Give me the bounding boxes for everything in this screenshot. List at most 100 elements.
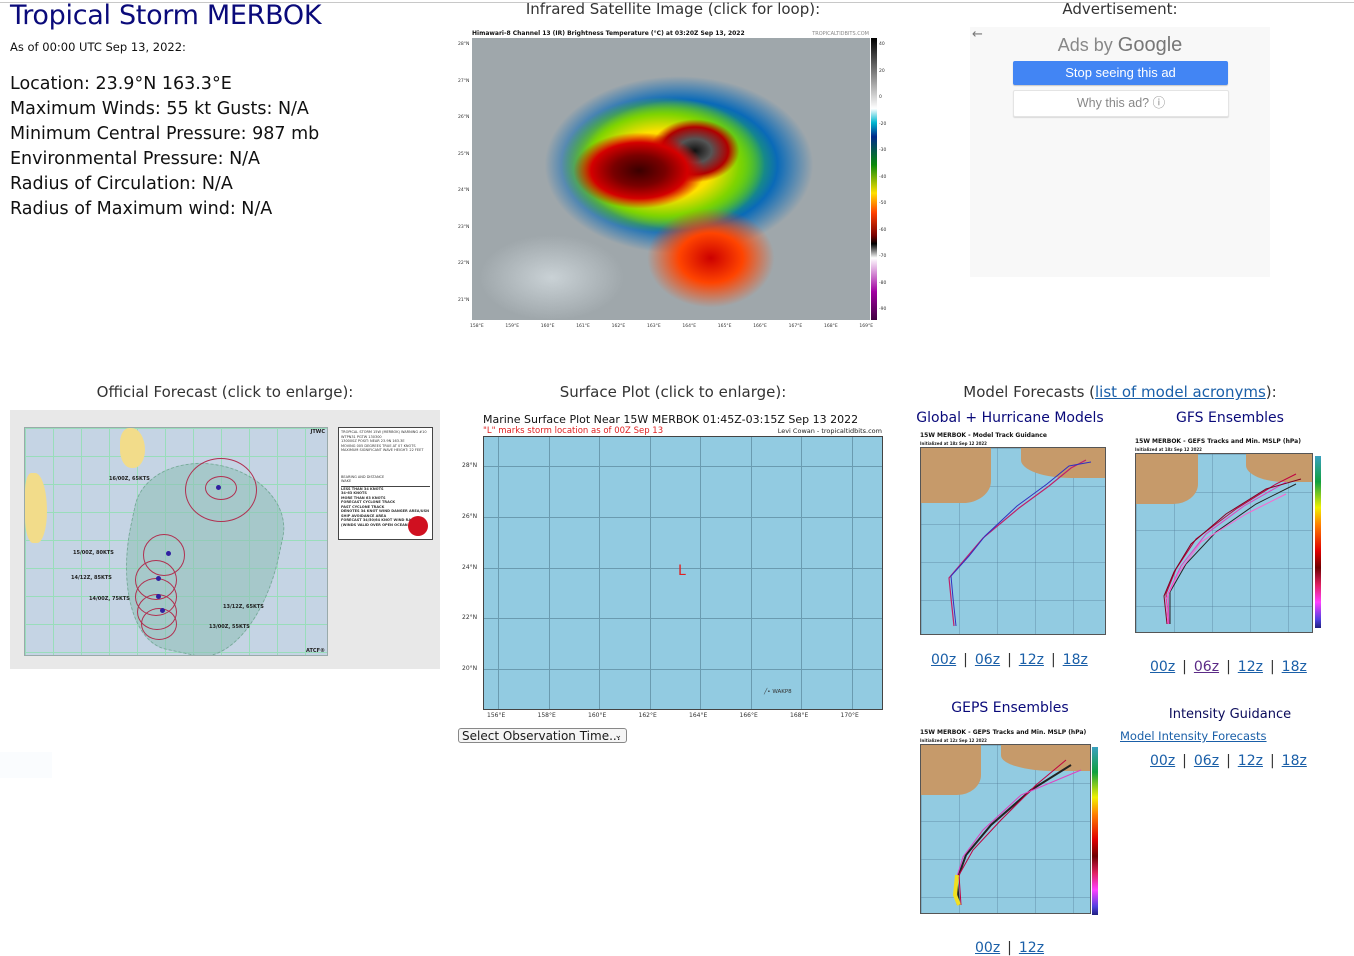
- model-intensity-forecasts-link[interactable]: Model Intensity Forecasts: [1120, 729, 1267, 743]
- separator: |: [1226, 659, 1231, 675]
- geps-ensembles-image-link[interactable]: 15W MERBOK - GEPS Tracks and Min. MSLP (…: [920, 729, 1112, 917]
- point-label: 15/00Z, 80KTS: [73, 550, 114, 556]
- forecast-point: [166, 551, 171, 556]
- point-label: 16/00Z, 65KTS: [109, 476, 150, 482]
- global-18z-link[interactable]: 18z: [1063, 652, 1088, 668]
- why-this-ad-button[interactable]: Why this ad? ⓘ: [1013, 90, 1229, 117]
- intensity-12z-link[interactable]: 12z: [1238, 753, 1263, 769]
- satellite-lon-label: 165°E: [717, 324, 732, 329]
- satellite-watermark: TROPICALTIDBITS.COM: [812, 31, 869, 37]
- radius-of-circulation: Radius of Circulation: N/A: [10, 174, 233, 194]
- point-label: 14/12Z, 85KTS: [71, 575, 112, 581]
- gfs-00z-link[interactable]: 00z: [1150, 659, 1175, 675]
- satellite-lon-label: 162°E: [611, 324, 626, 329]
- colorbar-tick-label: -90: [879, 307, 887, 312]
- model-acronyms-link[interactable]: list of model acronyms: [1095, 383, 1266, 401]
- grid-line-horizontal: [484, 669, 882, 671]
- separator: |: [1269, 659, 1275, 675]
- storm-location-marker: L: [678, 563, 686, 579]
- grid-line-vertical: [599, 437, 600, 709]
- surface-plot-image-link[interactable]: Marine Surface Plot Near 15W MERBOK 01:4…: [458, 410, 888, 728]
- jtwc-label: JTWC: [310, 429, 325, 435]
- image-title: 15W MERBOK - GEPS Tracks and Min. MSLP (…: [920, 729, 1087, 736]
- global-00z-link[interactable]: 00z: [931, 652, 956, 668]
- gfs-18z-link[interactable]: 18z: [1282, 659, 1307, 675]
- satellite-lon-label: 167°E: [788, 324, 803, 329]
- intensity-06z-link[interactable]: 06z: [1194, 753, 1219, 769]
- heading-prefix: Model Forecasts (: [963, 383, 1096, 401]
- surface-plot-title: Marine Surface Plot Near 15W MERBOK 01:4…: [483, 413, 859, 426]
- geps-12z-link[interactable]: 12z: [1019, 940, 1044, 956]
- wind-radii-ring: [205, 476, 237, 500]
- colorbar-tick-label: 0: [879, 95, 882, 100]
- temperature-colorbar: [871, 38, 877, 320]
- model-tracks: [948, 459, 1092, 627]
- pressure-colorbar: [1315, 456, 1321, 628]
- gfs-12z-link[interactable]: 12z: [1238, 659, 1263, 675]
- storm-title: Tropical Storm MERBOK: [10, 0, 322, 31]
- official-forecast-heading: Official Forecast (click to enlarge):: [96, 383, 354, 401]
- surface-lon-label: 164°E: [689, 712, 708, 719]
- gfs-06z-link[interactable]: 06z: [1194, 659, 1219, 675]
- gfs-ensembles-image-link[interactable]: 15W MERBOK - GEFS Tracks and Min. MSLP (…: [1135, 438, 1325, 638]
- image-subtitle: Initialized at 18z Sep 12 2022: [1135, 447, 1202, 452]
- global-06z-link[interactable]: 06z: [975, 652, 1000, 668]
- model-track-map: [920, 447, 1106, 635]
- observation-time-select[interactable]: Select Observation Time... ⌄: [458, 728, 627, 743]
- official-forecast-image-link[interactable]: JTWC ATCF® 16/00Z, 65KTS 15/00Z, 80KTS 1…: [10, 410, 440, 669]
- colorbar-tick-label: -70: [879, 254, 887, 259]
- colorbar-tick-label: 40: [879, 42, 885, 47]
- location: Location: 23.9°N 163.3°E: [10, 74, 232, 94]
- gfs-ensembles-links: 00z | 06z | 12z | 18z: [1150, 659, 1307, 675]
- surface-lon-label: 158°E: [537, 712, 556, 719]
- image-title: 15W MERBOK - GEFS Tracks and Min. MSLP (…: [1135, 438, 1301, 445]
- colorbar-tick-label: 20: [879, 68, 885, 74]
- wind-radii-ring: [141, 608, 177, 640]
- geps-00z-link[interactable]: 00z: [975, 940, 1000, 956]
- legend-line: MAXIMUM SIGNIFICANT WAVE HEIGHT: 22 FEET: [341, 448, 424, 452]
- storm-details: Location: 23.9°N 163.3°E Maximum Winds: …: [10, 72, 319, 222]
- surface-lon-label: 168°E: [790, 712, 809, 719]
- model-forecasts-heading: Model Forecasts (list of model acronyms)…: [900, 383, 1340, 401]
- colorbar-tick-label: -80: [879, 280, 887, 286]
- satellite-image-link[interactable]: Himawari-8 Channel 13 (IR) Brightness Te…: [458, 28, 886, 332]
- global-12z-link[interactable]: 12z: [1019, 652, 1044, 668]
- grid-line-vertical: [498, 437, 499, 709]
- maximum-winds: Maximum Winds: 55 kt Gusts: N/A: [10, 99, 309, 119]
- geps-ensembles-title: GEPS Ensembles: [951, 700, 1069, 716]
- gfs-ensembles-title: GFS Ensembles: [1176, 410, 1284, 426]
- grid-line-horizontal: [484, 516, 882, 518]
- point-label: 14/00Z, 75KTS: [89, 596, 130, 602]
- colorbar-tick-label: -50: [879, 201, 887, 206]
- separator: |: [1226, 753, 1231, 769]
- global-models-image-link[interactable]: 15W MERBOK - Model Track Guidance Initia…: [920, 432, 1106, 637]
- satellite-heading: Infrared Satellite Image (click for loop…: [525, 0, 821, 18]
- point-label: 13/00Z, 55KTS: [209, 624, 250, 630]
- legend-line: WAKE: [341, 479, 352, 483]
- surface-plot-heading: Surface Plot (click to enlarge):: [559, 383, 787, 401]
- global-models-links: 00z | 06z | 12z | 18z: [931, 652, 1088, 668]
- infrared-satellite-image: [472, 38, 870, 320]
- legend-line: TROPICAL STORM 15W (MERBOK) WARNING #10: [341, 430, 427, 434]
- stop-seeing-ad-button[interactable]: Stop seeing this ad: [1013, 61, 1228, 85]
- separator: |: [963, 652, 968, 668]
- surface-lon-label: 160°E: [588, 712, 607, 719]
- surface-plot-credit: Levi Cowan - tropicaltidbits.com: [777, 427, 882, 435]
- gefs-track-map: [1135, 453, 1313, 633]
- select-value: Select Observation Time...: [462, 729, 621, 743]
- atcf-label: ATCF®: [306, 648, 325, 654]
- global-models-title: Global + Hurricane Models: [916, 410, 1104, 426]
- ensemble-tracks: [1163, 473, 1302, 625]
- forecast-legend: TROPICAL STORM 15W (MERBOK) WARNING #10 …: [338, 427, 433, 540]
- separator: |: [1182, 753, 1187, 769]
- satellite-image-title: Himawari-8 Channel 13 (IR) Brightness Te…: [472, 30, 745, 37]
- kamchatka-land: [120, 428, 145, 468]
- surface-plot-map: L ╱• WAKP8: [483, 436, 883, 710]
- separator: |: [1007, 940, 1012, 956]
- ensemble-tracks: [952, 759, 1082, 906]
- intensity-18z-link[interactable]: 18z: [1282, 753, 1307, 769]
- forecast-point: [216, 485, 221, 490]
- geps-ensembles-links: 00z | 12z: [975, 940, 1044, 956]
- heading-suffix: ):: [1265, 383, 1277, 401]
- intensity-00z-link[interactable]: 00z: [1150, 753, 1175, 769]
